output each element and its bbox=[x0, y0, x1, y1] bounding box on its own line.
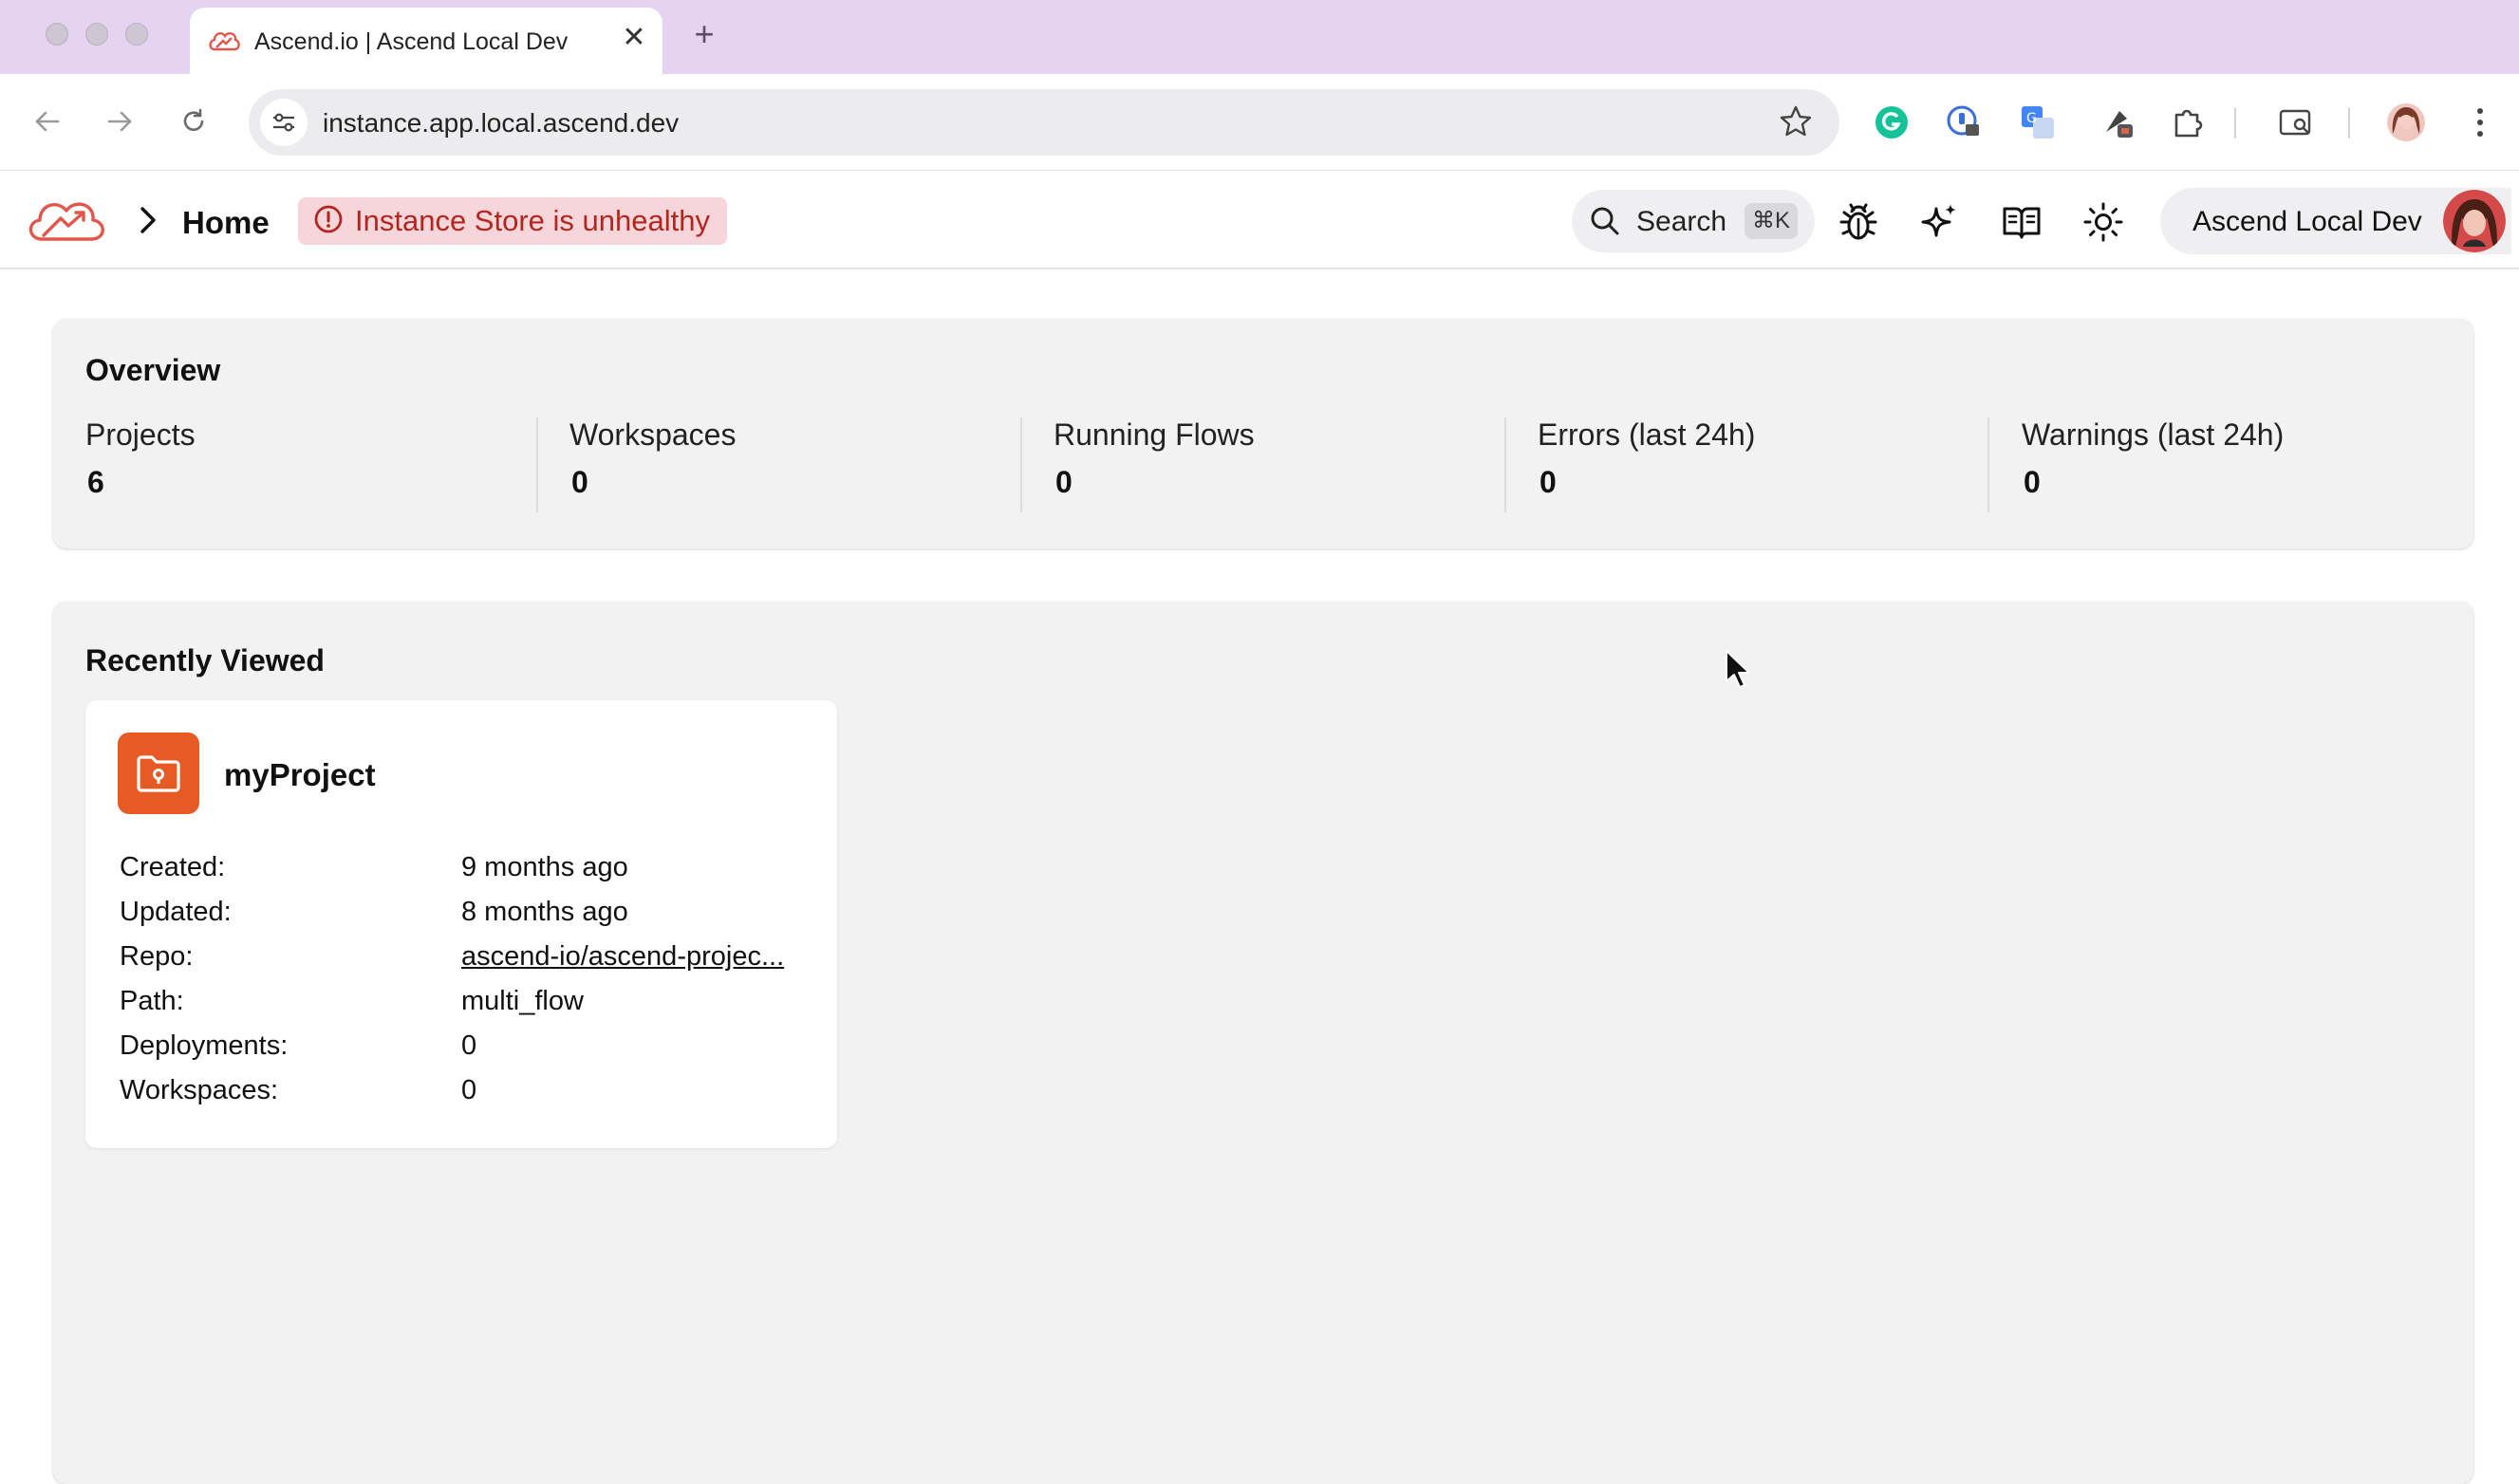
stat-warnings: Warnings (last 24h) 0 bbox=[2022, 417, 2506, 512]
repo-link[interactable]: ascend-io/ascend-projec... bbox=[461, 941, 784, 973]
field-key: Repo: bbox=[120, 941, 194, 972]
field-key: Created: bbox=[120, 852, 226, 882]
chevron-right-icon bbox=[135, 203, 159, 242]
browser-toolbar: instance.app.local.ascend.dev G bbox=[0, 74, 2519, 171]
debug-extension-icon[interactable] bbox=[2096, 101, 2139, 144]
grammarly-extension-icon[interactable] bbox=[1870, 101, 1913, 144]
reload-icon[interactable] bbox=[169, 97, 218, 146]
folder-icon bbox=[118, 733, 199, 814]
field-value: 0 bbox=[461, 1075, 477, 1105]
book-icon[interactable] bbox=[1999, 199, 2044, 245]
overview-card: Overview Projects 6 Workspaces 0 Running… bbox=[53, 319, 2473, 548]
instance-health-badge[interactable]: Instance Store is unhealthy bbox=[298, 197, 727, 245]
profile-avatar-icon[interactable] bbox=[2384, 101, 2428, 144]
address-bar[interactable]: instance.app.local.ascend.dev bbox=[249, 89, 1839, 156]
browser-tab-bar: Ascend.io | Ascend Local Dev ✕ + bbox=[0, 0, 2519, 74]
field-key: Updated: bbox=[120, 897, 232, 927]
window-close-button[interactable] bbox=[46, 23, 68, 46]
project-field-created: Created: 9 months ago bbox=[120, 852, 822, 890]
field-key: Workspaces: bbox=[120, 1075, 279, 1105]
toolbar-divider bbox=[2234, 108, 2236, 139]
project-card[interactable]: myProject Created: 9 months ago Updated:… bbox=[85, 700, 837, 1148]
project-field-updated: Updated: 8 months ago bbox=[120, 897, 822, 935]
avatar bbox=[2443, 190, 2506, 252]
recently-viewed-card: Recently Viewed myProject Created: 9 mon… bbox=[53, 602, 2473, 1484]
overview-title: Overview bbox=[85, 353, 221, 387]
field-value: 9 months ago bbox=[461, 852, 628, 882]
tab-search-icon[interactable] bbox=[2274, 101, 2318, 144]
window-minimize-button[interactable] bbox=[85, 23, 108, 46]
stat-divider bbox=[1020, 417, 1022, 512]
search-label: Search bbox=[1636, 206, 1727, 237]
stat-projects: Projects 6 bbox=[85, 417, 569, 512]
browser-tab-active[interactable]: Ascend.io | Ascend Local Dev ✕ bbox=[190, 8, 662, 74]
stat-value: 0 bbox=[1055, 465, 1073, 499]
cloud-logo-icon[interactable] bbox=[23, 192, 110, 253]
password-extension-icon[interactable] bbox=[1942, 101, 1986, 144]
stat-running-flows: Running Flows 0 bbox=[1054, 417, 1538, 512]
health-badge-text: Instance Store is unhealthy bbox=[355, 204, 710, 237]
breadcrumb-home[interactable]: Home bbox=[182, 205, 270, 241]
stat-divider bbox=[1987, 417, 1989, 512]
window-zoom-button[interactable] bbox=[125, 23, 148, 46]
field-key: Path: bbox=[120, 986, 184, 1016]
toolbar-divider bbox=[2348, 108, 2350, 139]
project-name[interactable]: myProject bbox=[224, 757, 376, 793]
recently-viewed-title: Recently Viewed bbox=[85, 643, 325, 677]
field-value: 0 bbox=[461, 1030, 477, 1061]
stat-label: Running Flows bbox=[1054, 417, 1255, 452]
sun-icon[interactable] bbox=[2081, 199, 2126, 245]
translate-extension-icon[interactable]: G bbox=[2016, 101, 2060, 144]
stat-errors: Errors (last 24h) 0 bbox=[1538, 417, 2022, 512]
search-icon bbox=[1589, 205, 1621, 242]
project-field-path: Path: multi_flow bbox=[120, 986, 822, 1024]
stat-value: 0 bbox=[2024, 465, 2041, 499]
browser-menu-icon[interactable] bbox=[2458, 101, 2502, 144]
stat-label: Workspaces bbox=[569, 417, 737, 452]
stat-workspaces: Workspaces 0 bbox=[569, 417, 1054, 512]
cursor-icon bbox=[1724, 649, 1752, 696]
stat-value: 6 bbox=[87, 465, 104, 499]
user-label: Ascend Local Dev bbox=[2192, 206, 2422, 237]
forward-icon[interactable] bbox=[95, 97, 144, 146]
ascend-favicon-icon bbox=[207, 27, 241, 60]
bug-icon[interactable] bbox=[1836, 199, 1881, 245]
project-field-workspaces: Workspaces: 0 bbox=[120, 1075, 822, 1113]
back-icon[interactable] bbox=[23, 97, 72, 146]
field-key: Deployments: bbox=[120, 1030, 289, 1061]
stat-value: 0 bbox=[1539, 465, 1557, 499]
project-field-deployments: Deployments: 0 bbox=[120, 1030, 822, 1068]
sparkle-icon[interactable] bbox=[1917, 199, 1963, 245]
field-value: 8 months ago bbox=[461, 897, 628, 927]
svg-text:G: G bbox=[2026, 111, 2037, 126]
stat-label: Projects bbox=[85, 417, 196, 452]
extensions-puzzle-icon[interactable] bbox=[2166, 101, 2210, 144]
tab-title: Ascend.io | Ascend Local Dev bbox=[254, 28, 569, 55]
bookmark-star-icon[interactable] bbox=[1777, 102, 1815, 145]
stat-divider bbox=[536, 417, 538, 512]
main-content: Overview Projects 6 Workspaces 0 Running… bbox=[0, 271, 2519, 1484]
field-value: multi_flow bbox=[461, 986, 584, 1016]
stat-value: 0 bbox=[571, 465, 588, 499]
app-header: Home Instance Store is unhealthy Search … bbox=[0, 171, 2519, 269]
stat-divider bbox=[1504, 417, 1506, 512]
project-field-repo: Repo: ascend-io/ascend-projec... bbox=[120, 941, 822, 979]
stat-label: Errors (last 24h) bbox=[1538, 417, 1756, 452]
alert-circle-icon bbox=[313, 204, 344, 239]
stat-label: Warnings (last 24h) bbox=[2022, 417, 2285, 452]
search-button[interactable]: Search ⌘K bbox=[1572, 190, 1815, 252]
user-menu-button[interactable]: Ascend Local Dev bbox=[2160, 188, 2511, 254]
url-text[interactable]: instance.app.local.ascend.dev bbox=[323, 108, 679, 139]
search-shortcut-badge: ⌘K bbox=[1745, 203, 1798, 239]
new-tab-button[interactable]: + bbox=[687, 13, 721, 55]
tab-close-icon[interactable]: ✕ bbox=[617, 21, 651, 55]
site-settings-icon[interactable] bbox=[260, 99, 308, 146]
